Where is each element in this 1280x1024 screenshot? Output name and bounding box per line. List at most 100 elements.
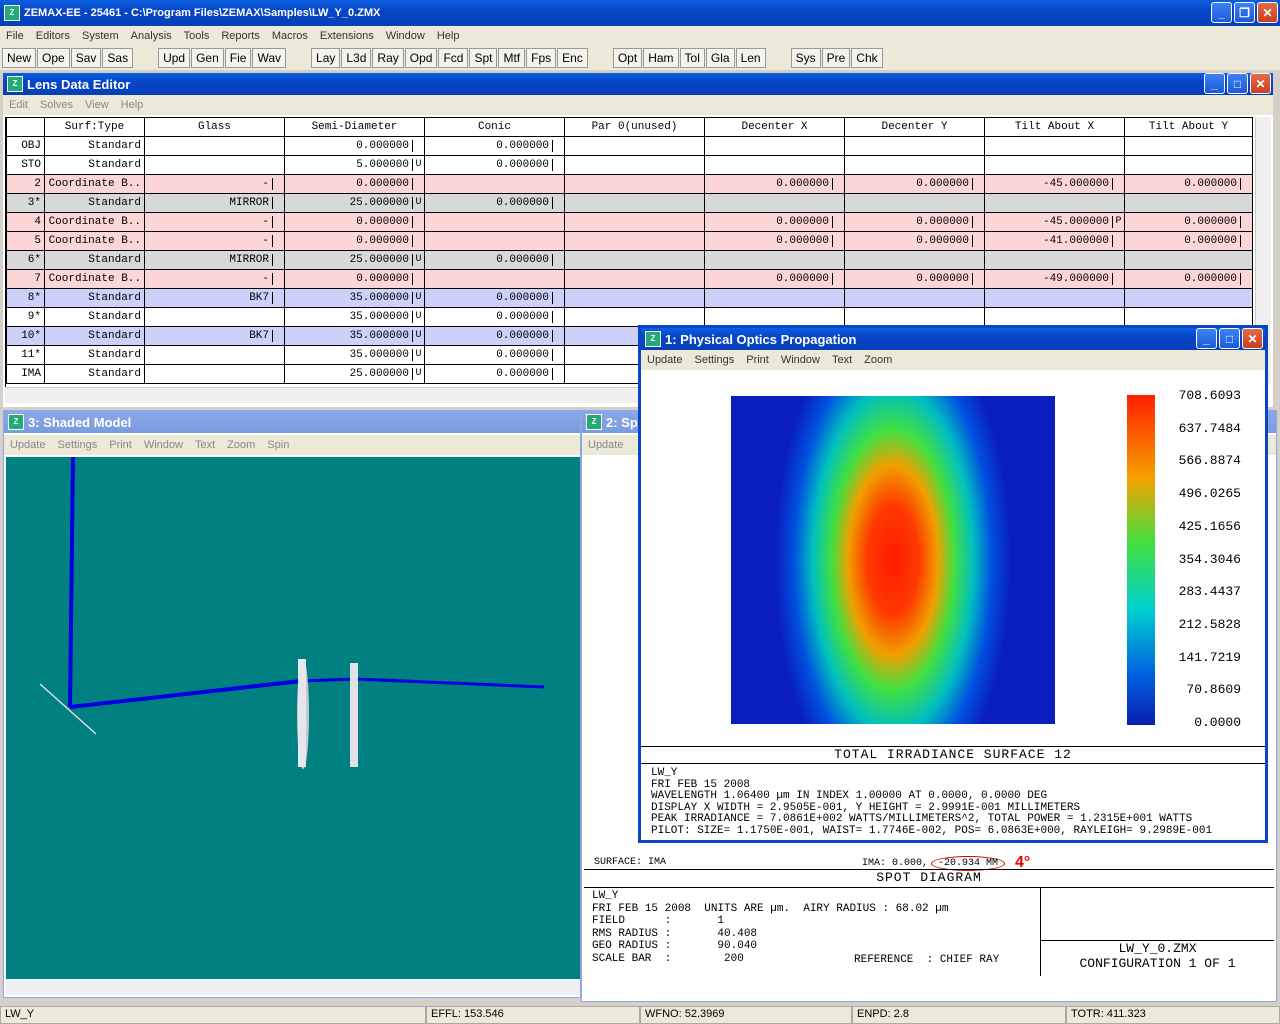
- cell-value[interactable]: 0.000000: [425, 368, 552, 380]
- cell-value[interactable]: 0.000000: [285, 235, 412, 247]
- cell-solve-flag[interactable]: [412, 235, 424, 247]
- cell-solve-flag[interactable]: [832, 178, 844, 190]
- toolbar-button-l3d[interactable]: L3d: [341, 48, 372, 68]
- cell-value[interactable]: 0.000000: [425, 349, 552, 361]
- main-menu-editors[interactable]: Editors: [30, 30, 76, 42]
- table-row[interactable]: 9* Standard 35.000000 U 0.000000: [6, 307, 1253, 327]
- cell-solve-flag[interactable]: [272, 330, 284, 342]
- table-cell[interactable]: [844, 136, 985, 156]
- table-cell[interactable]: [984, 307, 1125, 327]
- table-cell[interactable]: 0.000000: [704, 212, 845, 232]
- table-cell[interactable]: 35.000000 U: [284, 345, 425, 365]
- table-cell[interactable]: [564, 155, 705, 175]
- cell-solve-flag[interactable]: [832, 273, 844, 285]
- table-cell[interactable]: 0.000000: [424, 326, 565, 346]
- cell-value[interactable]: 25.000000: [285, 197, 412, 209]
- table-cell[interactable]: [984, 193, 1125, 213]
- cell-solve-flag[interactable]: U: [412, 197, 424, 209]
- table-cell[interactable]: 0.000000: [704, 174, 845, 194]
- table-cell[interactable]: [564, 307, 705, 327]
- table-cell[interactable]: Standard: [44, 155, 145, 175]
- toolbar-button-len[interactable]: Len: [735, 48, 766, 68]
- cell-value[interactable]: 0.000000: [425, 140, 552, 152]
- table-cell[interactable]: Standard: [44, 193, 145, 213]
- table-cell[interactable]: 0.000000: [284, 231, 425, 251]
- cell-value[interactable]: 0.000000: [285, 178, 412, 190]
- table-cell[interactable]: 0.000000: [424, 288, 565, 308]
- table-cell[interactable]: [564, 269, 705, 289]
- table-cell[interactable]: [1124, 155, 1253, 175]
- table-cell[interactable]: 0.000000: [424, 307, 565, 327]
- main-menu-reports[interactable]: Reports: [215, 30, 266, 42]
- table-cell[interactable]: [704, 193, 845, 213]
- cell-solve-flag[interactable]: U: [412, 159, 424, 171]
- cell-value[interactable]: 0.000000: [845, 273, 972, 285]
- table-cell[interactable]: 0.000000: [844, 174, 985, 194]
- table-cell[interactable]: [424, 174, 565, 194]
- cell-solve-flag[interactable]: [272, 216, 284, 228]
- table-cell[interactable]: 35.000000 U: [284, 307, 425, 327]
- table-cell[interactable]: 0.000000: [284, 136, 425, 156]
- cell-solve-flag[interactable]: U: [412, 292, 424, 304]
- table-cell[interactable]: [144, 136, 285, 156]
- main-menu-analysis[interactable]: Analysis: [125, 30, 178, 42]
- cell-solve-flag[interactable]: [272, 273, 284, 285]
- table-cell[interactable]: [704, 136, 845, 156]
- cell-solve-flag[interactable]: [552, 197, 564, 209]
- shaded-horizontal-scrollbar[interactable]: [6, 979, 580, 995]
- main-menu-help[interactable]: Help: [431, 30, 466, 42]
- table-cell[interactable]: 0.000000: [1124, 174, 1253, 194]
- table-cell[interactable]: MIRROR: [144, 250, 285, 270]
- table-cell[interactable]: 25.000000 U: [284, 364, 425, 384]
- toolbar-button-mtf[interactable]: Mtf: [498, 48, 526, 68]
- toolbar-button-wav[interactable]: Wav: [252, 48, 287, 68]
- table-cell[interactable]: [984, 250, 1125, 270]
- cell-value[interactable]: 35.000000: [285, 349, 412, 361]
- table-cell[interactable]: 4: [6, 212, 45, 232]
- toolbar-button-spt[interactable]: Spt: [469, 48, 498, 68]
- lde-menu-view[interactable]: View: [79, 99, 115, 111]
- cell-solve-flag[interactable]: [1112, 235, 1124, 247]
- table-cell[interactable]: -45.000000: [984, 174, 1125, 194]
- cell-solve-flag[interactable]: U: [412, 349, 424, 361]
- cell-solve-flag[interactable]: [552, 311, 564, 323]
- table-cell[interactable]: Standard: [44, 307, 145, 327]
- restore-button[interactable]: ❐: [1234, 2, 1255, 23]
- table-cell[interactable]: [144, 364, 285, 384]
- table-cell[interactable]: -45.000000 P: [984, 212, 1125, 232]
- cell-value[interactable]: -41.000000: [985, 235, 1112, 247]
- table-cell[interactable]: 0.000000: [704, 269, 845, 289]
- table-cell[interactable]: [844, 193, 985, 213]
- lde-maximize-button[interactable]: □: [1227, 73, 1248, 94]
- cell-solve-flag[interactable]: [272, 235, 284, 247]
- cell-value[interactable]: MIRROR: [145, 254, 272, 266]
- main-menu-extensions[interactable]: Extensions: [314, 30, 380, 42]
- table-cell[interactable]: -: [144, 231, 285, 251]
- table-cell[interactable]: Standard: [44, 136, 145, 156]
- table-cell[interactable]: 0.000000: [424, 155, 565, 175]
- main-menu-window[interactable]: Window: [380, 30, 431, 42]
- cell-value[interactable]: 0.000000: [425, 292, 552, 304]
- table-cell[interactable]: [704, 307, 845, 327]
- table-cell[interactable]: -: [144, 174, 285, 194]
- cell-solve-flag[interactable]: [1240, 273, 1252, 285]
- cell-value[interactable]: 0.000000: [425, 159, 552, 171]
- cell-value[interactable]: -45.000000: [985, 216, 1112, 228]
- table-cell[interactable]: 0.000000: [1124, 212, 1253, 232]
- cell-value[interactable]: 0.000000: [705, 235, 832, 247]
- toolbar-button-ham[interactable]: Ham: [643, 48, 679, 68]
- table-cell[interactable]: 0.000000: [424, 193, 565, 213]
- table-cell[interactable]: 5.000000 U: [284, 155, 425, 175]
- table-cell[interactable]: [424, 212, 565, 232]
- shaded-menu-print[interactable]: Print: [103, 439, 138, 451]
- cell-solve-flag[interactable]: [972, 178, 984, 190]
- cell-value[interactable]: 0.000000: [425, 311, 552, 323]
- main-menu-tools[interactable]: Tools: [178, 30, 216, 42]
- table-cell[interactable]: [984, 155, 1125, 175]
- table-cell[interactable]: [704, 250, 845, 270]
- cell-solve-flag[interactable]: U: [412, 368, 424, 380]
- lde-minimize-button[interactable]: _: [1204, 73, 1225, 94]
- toolbar-button-sav[interactable]: Sav: [70, 48, 102, 68]
- cell-value[interactable]: -: [145, 216, 272, 228]
- table-cell[interactable]: [144, 345, 285, 365]
